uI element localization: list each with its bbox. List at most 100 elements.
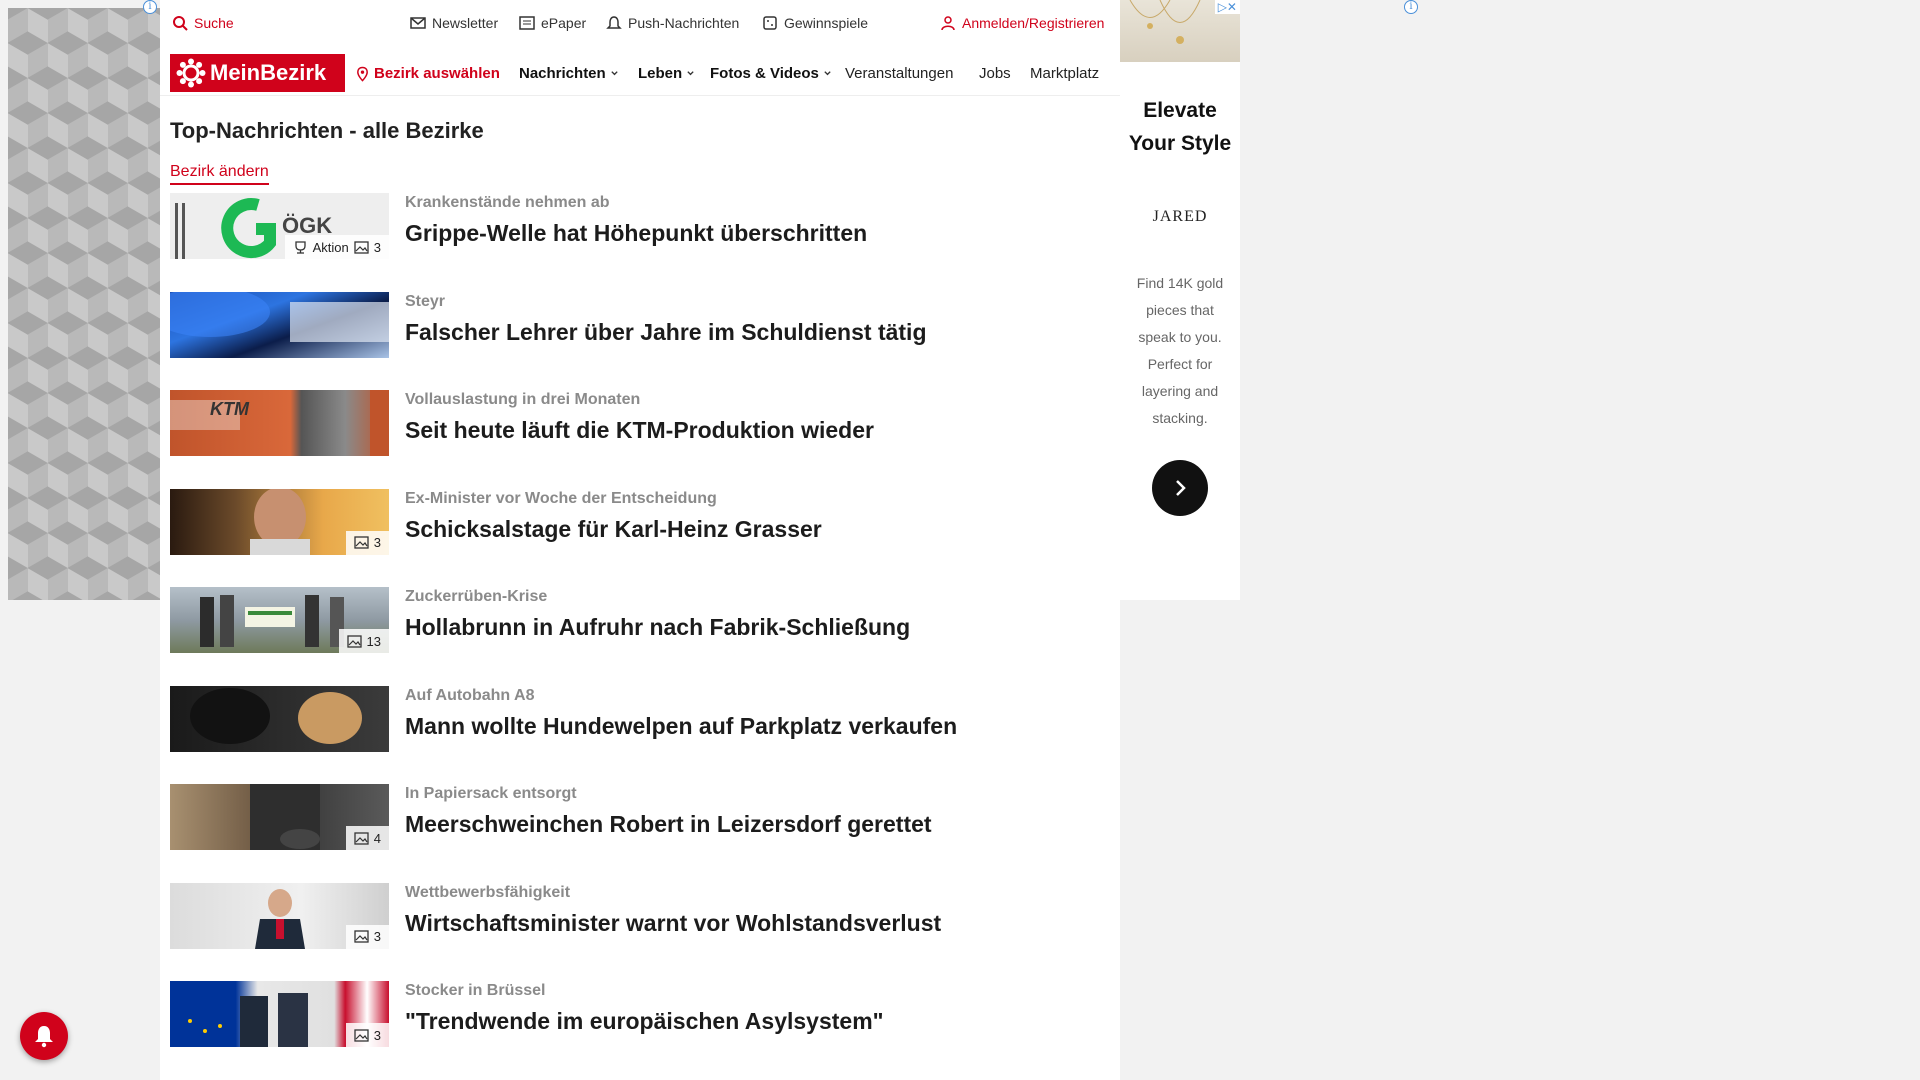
dice-icon <box>763 16 777 30</box>
games-link[interactable]: Gewinnspiele <box>762 15 868 31</box>
article-item[interactable]: ÖGK Aktion 3 Krankenstände nehmen ab Gri… <box>170 193 1100 292</box>
ad-info-icon-right[interactable]: i <box>1404 0 1418 14</box>
chevron-down-icon <box>824 71 831 76</box>
ad-close-icon[interactable]: ▷✕ <box>1214 0 1240 14</box>
article-headline[interactable]: Schicksalstage für Karl-Heinz Grasser <box>405 516 822 543</box>
badge-count: 4 <box>373 830 381 846</box>
article-thumbnail[interactable]: 3 <box>170 488 389 555</box>
article-thumbnail[interactable] <box>170 291 389 358</box>
push-link[interactable]: Push-Nachrichten <box>606 15 739 31</box>
article-kicker: Wettbewerbsfähigkeit <box>405 883 571 901</box>
nav-label: Jobs <box>979 65 1011 82</box>
search-label: Suche <box>194 15 234 31</box>
logo-text: MeinBezirk <box>210 60 327 85</box>
article-thumbnail[interactable]: 3 <box>170 981 389 1047</box>
ad-jewelry-image: ▷✕ <box>1120 0 1240 62</box>
bell-icon <box>35 1026 53 1048</box>
games-label: Gewinnspiele <box>784 15 869 31</box>
mail-icon <box>410 17 426 29</box>
newsletter-link[interactable]: Newsletter <box>410 15 498 31</box>
district-label: Bezirk auswählen <box>374 65 500 82</box>
badge-count: 3 <box>373 239 381 255</box>
nav-label: Leben <box>638 65 683 82</box>
right-ad-banner[interactable]: ▷✕ Elevate Your Style JARED Find 14K gol… <box>1120 0 1240 600</box>
newsletter-label: Newsletter <box>432 15 499 31</box>
article-item[interactable]: 3 Ex-Minister vor Woche der Entscheidung… <box>170 488 1100 588</box>
nav-marktplatz[interactable]: Marktplatz <box>1030 65 1112 82</box>
gallery-icon <box>354 1028 369 1042</box>
article-item[interactable]: KTM Vollauslastung in drei Monaten Seit … <box>170 390 1100 489</box>
article-thumbnail[interactable]: 3 <box>170 882 389 949</box>
article-thumbnail[interactable] <box>170 685 389 752</box>
main-nav: MeinBezirk Bezirk auswählen Nachrichten … <box>160 46 1120 96</box>
article-headline[interactable]: Seit heute läuft die KTM-Produktion wied… <box>405 417 874 444</box>
location-pin-icon <box>357 66 368 82</box>
article-item[interactable]: Auf Autobahn A8 Mann wollte Hundewelpen … <box>170 685 1100 785</box>
article-list: ÖGK Aktion 3 Krankenstände nehmen ab Gri… <box>170 193 1100 1080</box>
gallery-icon <box>354 536 369 549</box>
article-kicker: In Papiersack entsorgt <box>405 785 577 802</box>
ad-cta-button[interactable] <box>1152 460 1208 516</box>
change-district-link[interactable]: Bezirk ändern <box>170 163 269 185</box>
newspaper-icon <box>519 16 535 30</box>
search-icon <box>173 16 188 31</box>
epaper-label: ePaper <box>541 15 587 31</box>
media-badge: 3 <box>345 924 389 949</box>
login-link[interactable]: Anmelden/Registrieren <box>940 15 1104 31</box>
media-badge: 3 <box>345 1023 389 1047</box>
logo-sun-icon <box>176 58 206 88</box>
nav-fotos-videos[interactable]: Fotos & Videos <box>710 65 832 82</box>
ad-headline: Elevate Your Style <box>1120 94 1240 160</box>
site-logo[interactable]: MeinBezirk <box>170 54 345 92</box>
push-notification-button[interactable] <box>20 1012 68 1060</box>
article-item[interactable]: 3 Wettbewerbsfähigkeit Wirtschaftsminist… <box>170 882 1100 982</box>
ad-copy: Find 14K gold pieces that speak to you. … <box>1136 275 1224 426</box>
nav-jobs[interactable]: Jobs <box>979 65 1011 82</box>
article-item[interactable]: 3 Stocker in Brüssel "Trendwende im euro… <box>170 981 1100 1080</box>
article-headline[interactable]: "Trendwende im europäischen Asylsystem" <box>405 1008 884 1035</box>
article-thumbnail[interactable]: KTM <box>170 390 389 456</box>
article-kicker: Stocker in Brüssel <box>405 982 546 999</box>
article-item[interactable]: 13 Zuckerrüben-Krise Hollabrunn in Aufru… <box>170 587 1100 686</box>
article-headline[interactable]: Falscher Lehrer über Jahre im Schuldiens… <box>405 319 927 346</box>
gallery-icon <box>354 831 369 845</box>
article-headline[interactable]: Grippe-Welle hat Höhepunkt überschritten <box>405 220 867 247</box>
article-kicker: Steyr <box>405 292 446 310</box>
search-link[interactable]: Suche <box>172 15 234 31</box>
article-item[interactable]: Steyr Falscher Lehrer über Jahre im Schu… <box>170 291 1100 391</box>
article-kicker: Krankenstände nehmen ab <box>405 194 610 211</box>
badge-count: 13 <box>366 633 381 649</box>
gallery-icon <box>354 240 369 254</box>
thumbnail-image <box>170 291 389 342</box>
svg-text:KTM: KTM <box>210 399 250 419</box>
media-badge: Aktion 3 <box>284 235 389 259</box>
nav-label: Fotos & Videos <box>710 65 819 82</box>
epaper-link[interactable]: ePaper <box>519 15 586 31</box>
nav-label: Nachrichten <box>519 65 606 82</box>
article-thumbnail[interactable]: ÖGK Aktion 3 <box>170 193 389 259</box>
article-kicker: Zuckerrüben-Krise <box>405 588 548 605</box>
page-title: Top-Nachrichten - alle Bezirke <box>170 118 484 143</box>
article-kicker: Auf Autobahn A8 <box>405 686 535 704</box>
article-headline[interactable]: Meerschweinchen Robert in Leizersdorf ge… <box>405 811 932 838</box>
left-skin-ad[interactable] <box>8 8 160 600</box>
article-kicker: Vollauslastung in drei Monaten <box>405 391 641 408</box>
media-badge: 13 <box>338 629 389 653</box>
ad-info-icon[interactable]: i <box>143 0 157 14</box>
ad-brand-logo: JARED <box>1152 208 1208 225</box>
nav-leben[interactable]: Leben <box>638 65 695 82</box>
district-selector[interactable]: Bezirk auswählen <box>355 65 500 82</box>
article-thumbnail[interactable]: 4 <box>170 784 389 850</box>
nav-veranstaltungen[interactable]: Veranstaltungen <box>845 65 953 82</box>
article-item[interactable]: 4 In Papiersack entsorgt Meerschweinchen… <box>170 784 1100 883</box>
article-headline[interactable]: Hollabrunn in Aufruhr nach Fabrik-Schlie… <box>405 614 910 641</box>
article-headline[interactable]: Wirtschaftsminister warnt vor Wohlstands… <box>405 910 941 937</box>
gallery-icon <box>354 930 369 943</box>
article-thumbnail[interactable]: 13 <box>170 587 389 653</box>
ad-title-line2: Your Style <box>1128 132 1232 155</box>
bell-icon <box>606 16 622 29</box>
nav-nachrichten[interactable]: Nachrichten <box>519 65 619 82</box>
article-headline[interactable]: Mann wollte Hundewelpen auf Parkplatz ve… <box>405 713 957 740</box>
media-badge: 3 <box>345 530 389 555</box>
utility-bar: Suche Newsletter ePaper Push-Nachrichten… <box>160 0 1120 46</box>
